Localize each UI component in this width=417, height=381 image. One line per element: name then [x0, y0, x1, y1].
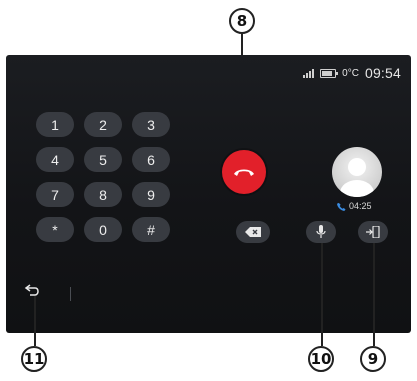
- keypad-key[interactable]: 6: [132, 147, 170, 172]
- keypad-key[interactable]: 4: [36, 147, 74, 172]
- end-call-button[interactable]: [222, 150, 266, 194]
- callout-11-leader: [34, 296, 36, 346]
- divider: [70, 287, 71, 301]
- keypad-key[interactable]: 3: [132, 112, 170, 137]
- keypad-key[interactable]: 2: [84, 112, 122, 137]
- keypad-key[interactable]: 8: [84, 182, 122, 207]
- callout-10-leader: [321, 243, 323, 346]
- keypad-key[interactable]: #: [132, 217, 170, 242]
- call-duration: 04:25: [337, 201, 372, 211]
- callout-10: 10: [308, 346, 334, 372]
- keypad-key[interactable]: 1: [36, 112, 74, 137]
- mute-button[interactable]: [306, 221, 336, 243]
- outside-temperature: 0°C: [342, 67, 359, 79]
- clock: 09:54: [364, 65, 401, 81]
- transfer-to-handset-icon: [366, 226, 380, 238]
- backspace-button[interactable]: [236, 221, 270, 243]
- callout-9: 9: [360, 346, 386, 372]
- phone-call-screen: 0°C 09:54 1 2 3 4 5 6 7 8 9 * 0 # 04:25: [6, 55, 411, 333]
- callout-9-leader: [373, 243, 375, 346]
- keypad-key[interactable]: *: [36, 217, 74, 242]
- keypad-key[interactable]: 5: [84, 147, 122, 172]
- contact-silhouette-icon: [340, 158, 374, 197]
- keypad-key[interactable]: 9: [132, 182, 170, 207]
- status-bar: 0°C 09:54: [303, 65, 401, 81]
- signal-icon: [303, 68, 315, 78]
- keypad-key[interactable]: 0: [84, 217, 122, 242]
- battery-icon: [320, 68, 339, 78]
- back-arrow-icon: [24, 284, 39, 296]
- keypad-key[interactable]: 7: [36, 182, 74, 207]
- backspace-icon: [245, 227, 261, 237]
- phone-hangup-icon: [234, 169, 254, 176]
- phone-icon: [337, 202, 346, 211]
- microphone-icon: [316, 225, 326, 238]
- callout-8: 8: [229, 8, 255, 34]
- contact-avatar: [332, 147, 382, 197]
- call-duration-text: 04:25: [349, 201, 372, 211]
- callout-11: 11: [21, 346, 47, 372]
- transfer-to-handset-button[interactable]: [358, 221, 388, 243]
